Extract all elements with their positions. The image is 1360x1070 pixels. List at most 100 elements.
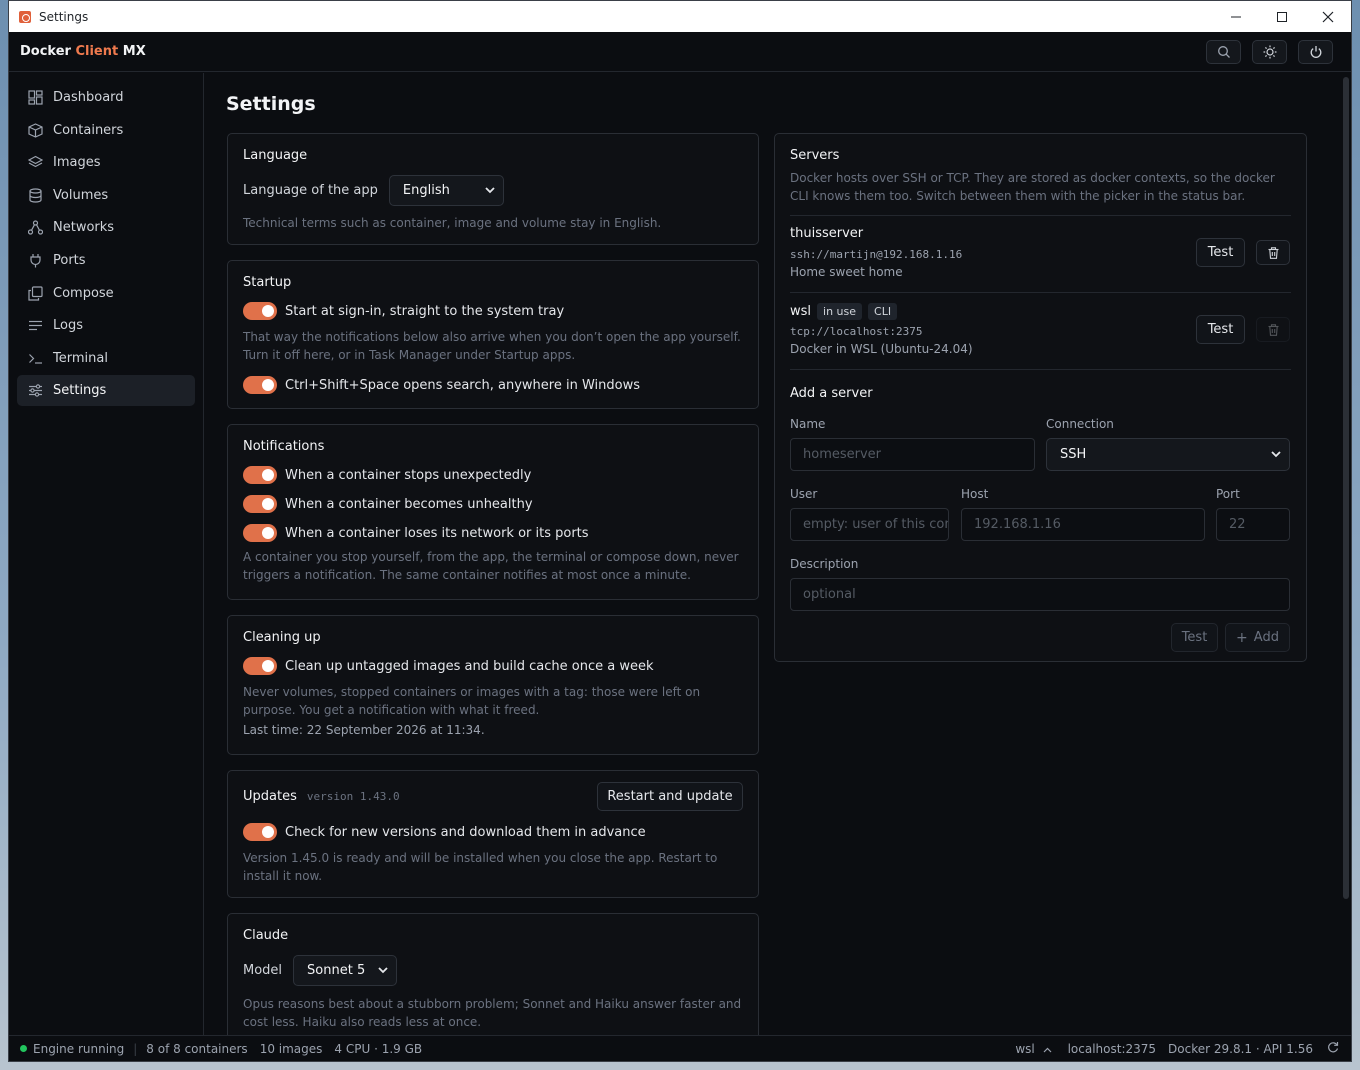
add-server-button[interactable]: + Add bbox=[1225, 623, 1290, 652]
startup-card: Startup Start at sign-in, straight to th… bbox=[227, 260, 759, 409]
terminal-icon bbox=[27, 350, 43, 366]
weekly-cleanup-label: Clean up untagged images and build cache… bbox=[285, 658, 654, 674]
minimize-icon bbox=[1231, 16, 1241, 17]
maximize-button[interactable] bbox=[1259, 1, 1305, 32]
sidebar-item-compose[interactable]: Compose bbox=[17, 278, 195, 309]
brand-mx: MX bbox=[122, 44, 146, 59]
app-window: Settings Docker Client MX Dashboard Cont… bbox=[8, 0, 1352, 1062]
sliders-icon bbox=[27, 383, 43, 399]
claude-card: Claude Model Sonnet 5 Opus reasons best … bbox=[227, 913, 759, 1035]
scrollbar[interactable] bbox=[1343, 77, 1349, 899]
sidebar-item-label: Terminal bbox=[53, 350, 108, 366]
host-input[interactable]: 192.168.1.16 bbox=[961, 508, 1205, 541]
sidebar-item-label: Logs bbox=[53, 318, 83, 334]
main-content: Settings Language Language of the app En… bbox=[205, 73, 1351, 1035]
description-input[interactable]: optional bbox=[790, 578, 1290, 611]
model-select[interactable]: Sonnet 5 bbox=[293, 955, 398, 986]
delete-server-button[interactable] bbox=[1256, 240, 1290, 265]
sidebar-item-settings[interactable]: Settings bbox=[17, 375, 195, 407]
box-icon bbox=[27, 122, 43, 138]
containers-count[interactable]: 8 of 8 containers bbox=[146, 1042, 247, 1056]
delete-server-button[interactable] bbox=[1256, 317, 1290, 342]
notify-stops-toggle[interactable] bbox=[243, 466, 277, 484]
app-header: Docker Client MX bbox=[9, 32, 1351, 72]
language-select[interactable]: English bbox=[388, 175, 504, 206]
test-server-button[interactable]: Test bbox=[1196, 238, 1245, 267]
brand-logo: Docker Client MX bbox=[20, 44, 146, 59]
close-icon bbox=[1322, 11, 1334, 22]
cleanup-hint: Never volumes, stopped containers or ima… bbox=[243, 685, 701, 717]
sidebar-item-ports[interactable]: Ports bbox=[17, 245, 195, 276]
connection-label: Connection bbox=[1046, 417, 1114, 431]
docker-host: localhost:2375 bbox=[1067, 1041, 1157, 1056]
global-search-label: Ctrl+Shift+Space opens search, anywhere … bbox=[285, 377, 640, 393]
chevron-down-icon bbox=[1271, 451, 1281, 458]
minimize-button[interactable] bbox=[1213, 1, 1259, 32]
add-server-form: Add a server Name homeserver Connection … bbox=[790, 370, 1291, 652]
startup-hint: That way the notifications below also ar… bbox=[243, 330, 741, 362]
claude-heading: Claude bbox=[243, 928, 289, 943]
server-name: thuisserver bbox=[790, 226, 864, 241]
power-button[interactable] bbox=[1298, 40, 1333, 64]
images-count[interactable]: 10 images bbox=[260, 1042, 323, 1056]
connection-select[interactable]: SSH bbox=[1046, 438, 1290, 471]
restart-and-update-button[interactable]: Restart and update bbox=[597, 782, 743, 811]
start-at-signin-toggle[interactable] bbox=[243, 302, 277, 320]
port-input[interactable]: 22 bbox=[1216, 508, 1290, 541]
sidebar-item-label: Volumes bbox=[53, 187, 109, 203]
network-icon bbox=[27, 220, 43, 236]
database-icon bbox=[27, 187, 43, 203]
server-name-input[interactable]: homeserver bbox=[790, 438, 1035, 471]
notify-network-label: When a container loses its network or it… bbox=[285, 525, 589, 541]
sidebar-item-dashboard[interactable]: Dashboard bbox=[17, 82, 195, 113]
context-picker[interactable]: wsl bbox=[1015, 1042, 1052, 1056]
cleanup-card: Cleaning up Clean up untagged images and… bbox=[227, 615, 759, 755]
engine-status-dot bbox=[20, 1045, 27, 1052]
theme-toggle-button[interactable] bbox=[1252, 40, 1287, 64]
sidebar-item-label: Containers bbox=[53, 122, 124, 138]
trash-icon bbox=[1268, 323, 1278, 336]
sidebar-item-label: Networks bbox=[53, 220, 115, 236]
server-url: tcp://localhost:2375 bbox=[790, 325, 923, 338]
auto-update-toggle[interactable] bbox=[243, 823, 277, 841]
port-label: Port bbox=[1216, 487, 1240, 501]
notify-network-toggle[interactable] bbox=[243, 524, 277, 542]
test-server-button[interactable]: Test bbox=[1196, 315, 1245, 344]
language-hint: Technical terms such as container, image… bbox=[243, 216, 662, 230]
search-button[interactable] bbox=[1206, 40, 1241, 64]
resources: 4 CPU · 1.9 GB bbox=[334, 1041, 423, 1056]
weekly-cleanup-toggle[interactable] bbox=[243, 657, 277, 675]
sidebar-item-containers[interactable]: Containers bbox=[17, 115, 195, 146]
brand-docker: Docker bbox=[20, 44, 71, 59]
notifications-card: Notifications When a container stops une… bbox=[227, 424, 759, 600]
chevron-down-icon bbox=[485, 187, 495, 194]
notify-stops-label: When a container stops unexpectedly bbox=[285, 467, 532, 483]
close-button[interactable] bbox=[1305, 1, 1351, 32]
global-search-toggle[interactable] bbox=[243, 376, 277, 394]
updates-heading: Updates bbox=[243, 789, 297, 804]
test-new-server-button[interactable]: Test bbox=[1171, 623, 1218, 652]
sidebar-item-networks[interactable]: Networks bbox=[17, 212, 195, 243]
title-bar: Settings bbox=[9, 1, 1351, 32]
brand-client: Client bbox=[75, 44, 119, 59]
updates-card: Updates version 1.43.0 Restart and updat… bbox=[227, 770, 759, 898]
refresh-button[interactable] bbox=[1327, 1041, 1339, 1056]
copy-icon bbox=[27, 285, 43, 301]
servers-heading: Servers bbox=[790, 148, 840, 163]
notify-unhealthy-toggle[interactable] bbox=[243, 495, 277, 513]
docker-version: Docker 29.8.1 · API 1.56 bbox=[1168, 1041, 1313, 1056]
layers-icon bbox=[27, 155, 43, 171]
sidebar-item-terminal[interactable]: Terminal bbox=[17, 343, 195, 374]
language-select-value: English bbox=[402, 183, 450, 198]
sidebar-item-images[interactable]: Images bbox=[17, 147, 195, 178]
user-label: User bbox=[790, 487, 818, 501]
server-description: Docker in WSL (Ubuntu-24.04) bbox=[790, 342, 973, 356]
sidebar-item-logs[interactable]: Logs bbox=[17, 310, 195, 341]
sidebar-item-volumes[interactable]: Volumes bbox=[17, 180, 195, 211]
notifications-hint: A container you stop yourself, from the … bbox=[243, 550, 739, 582]
user-input[interactable]: empty: user of this computer bbox=[790, 508, 949, 541]
current-version: version 1.43.0 bbox=[306, 790, 400, 803]
server-url: ssh://martijn@192.168.1.16 bbox=[790, 248, 963, 261]
language-label: Language of the app bbox=[243, 183, 378, 198]
cleanup-heading: Cleaning up bbox=[243, 630, 321, 645]
